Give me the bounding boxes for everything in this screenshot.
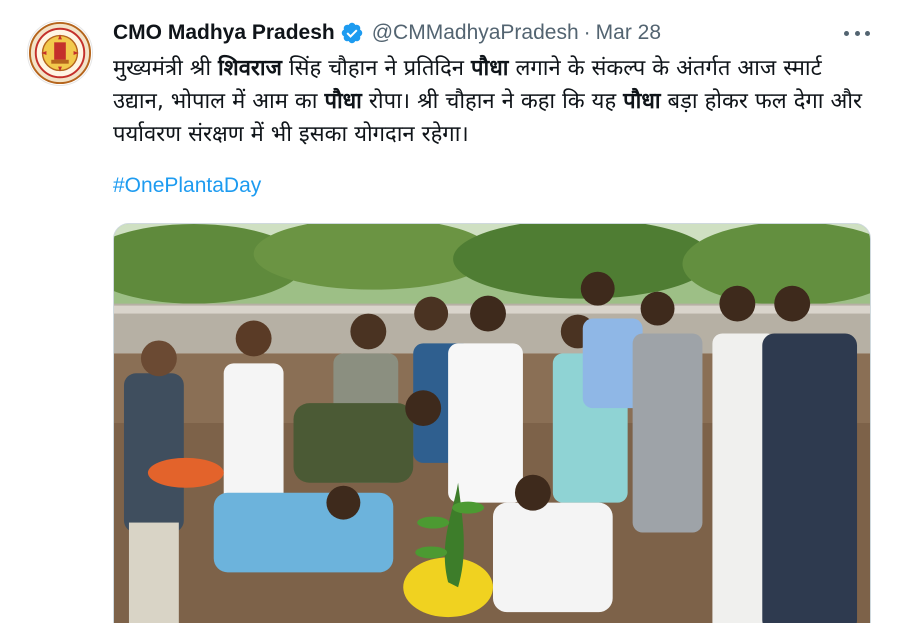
- user-handle[interactable]: @CMMadhyaPradesh: [372, 21, 579, 45]
- text-segment: मुख्यमंत्री श्री: [113, 56, 219, 81]
- emblem-icon: [28, 21, 92, 85]
- tweet-date[interactable]: Mar 28: [596, 21, 661, 45]
- tweet-text: मुख्यमंत्री श्री शिवराज सिंह चौहान ने प्…: [113, 52, 873, 151]
- text-segment: रोपा। श्री चौहान ने कहा कि यह: [361, 89, 624, 114]
- photo-illustration: [114, 224, 870, 623]
- avatar[interactable]: [27, 20, 93, 86]
- hashtag-link[interactable]: #OnePlantaDay: [113, 174, 261, 198]
- separator-dot: ·: [583, 21, 591, 44]
- text-bold-segment: पौधा: [471, 56, 509, 81]
- tweet-photo[interactable]: [113, 223, 871, 623]
- tweet-header: CMO Madhya Pradesh @CMMadhyaPradesh · Ma…: [113, 18, 661, 48]
- text-bold-segment: पौधा: [324, 89, 362, 114]
- text-bold-segment: शिवराज: [218, 56, 282, 81]
- text-segment: सिंह चौहान ने प्रतिदिन: [281, 56, 472, 81]
- display-name[interactable]: CMO Madhya Pradesh: [113, 21, 335, 45]
- more-options-icon[interactable]: [844, 22, 870, 44]
- text-bold-segment: पौधा: [623, 89, 661, 114]
- verified-badge-icon: [340, 21, 364, 45]
- tweet-card[interactable]: CMO Madhya Pradesh @CMMadhyaPradesh · Ma…: [0, 0, 898, 623]
